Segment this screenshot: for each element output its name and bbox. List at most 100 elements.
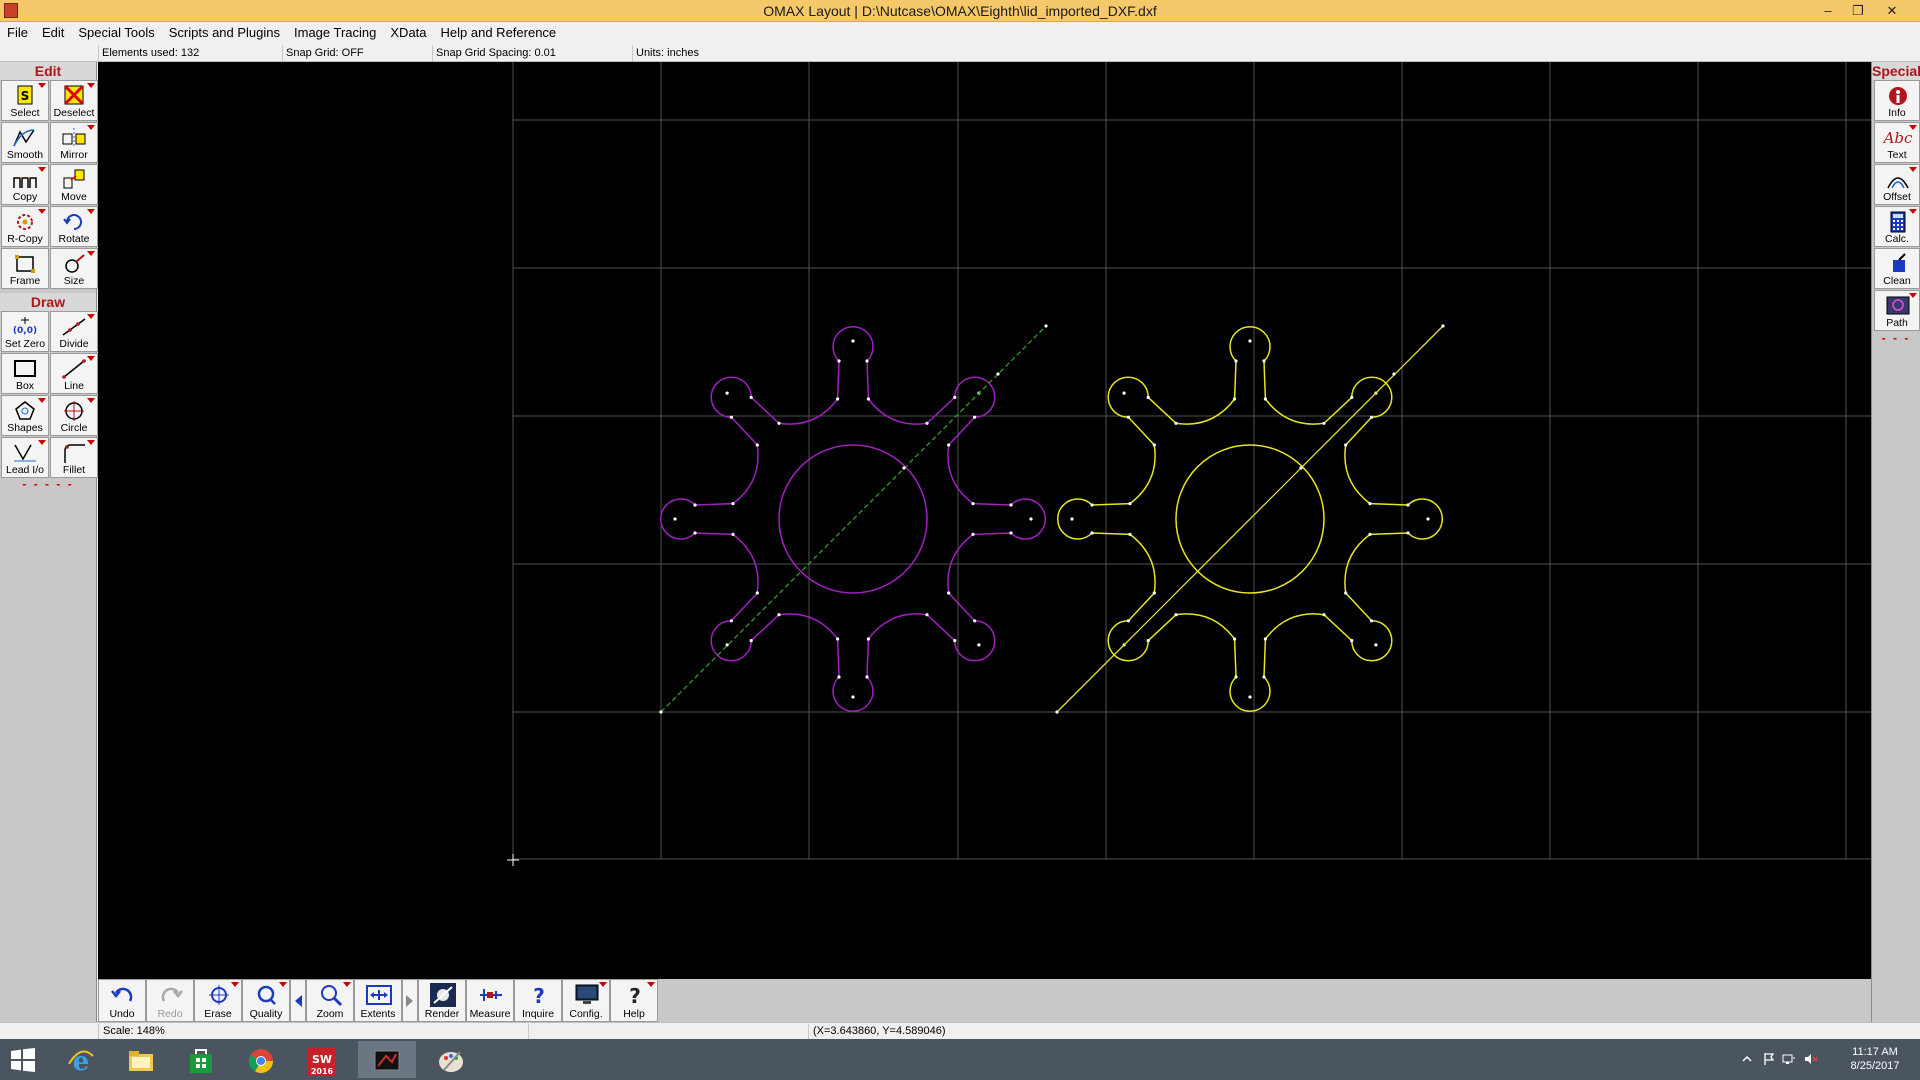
path-button[interactable]: Path — [1874, 290, 1920, 331]
restore-button[interactable]: ❐ — [1844, 1, 1872, 20]
clean-button[interactable]: Clean — [1874, 248, 1920, 289]
select-button[interactable]: S Select — [1, 80, 49, 121]
gear-right-vertex — [1368, 532, 1372, 536]
menu-edit[interactable]: Edit — [35, 22, 71, 43]
circle-button[interactable]: Circle — [50, 395, 98, 436]
menu-file[interactable]: File — [0, 22, 35, 43]
calc-dropdown-icon[interactable] — [1909, 209, 1917, 214]
close-button[interactable]: ✕ — [1878, 1, 1906, 20]
gear-left-vertex — [836, 637, 840, 641]
circle-dropdown-icon[interactable] — [87, 398, 95, 403]
set-zero-button[interactable]: (0,0) Set Zero — [1, 311, 49, 352]
copy-button[interactable]: Copy — [1, 164, 49, 205]
undo-button[interactable]: Undo — [98, 979, 146, 1022]
line-dropdown-icon[interactable] — [87, 356, 95, 361]
zoom-prev-button[interactable] — [290, 979, 306, 1022]
help-button[interactable]: ? Help — [610, 979, 658, 1022]
help-dropdown-icon[interactable] — [647, 982, 655, 987]
fillet-dropdown-icon[interactable] — [87, 440, 95, 445]
question-icon: ? — [533, 984, 545, 1007]
zoom-next-button[interactable] — [402, 979, 418, 1022]
menu-help-reference[interactable]: Help and Reference — [434, 22, 564, 43]
copy-dropdown-icon[interactable] — [38, 167, 46, 172]
tray-expand-icon[interactable] — [1740, 1052, 1754, 1066]
gear-left-vertex — [865, 675, 869, 679]
erase-button[interactable]: Erase — [194, 979, 242, 1022]
taskbar-internet-explorer[interactable]: e — [52, 1041, 110, 1078]
mirror-button[interactable]: Mirror — [50, 122, 98, 163]
menu-special-tools[interactable]: Special Tools — [71, 22, 161, 43]
render-button[interactable]: Render — [418, 979, 466, 1022]
taskbar-omax-layout[interactable] — [358, 1041, 416, 1078]
rotate-button[interactable]: Rotate — [50, 206, 98, 247]
internet-explorer-icon: e — [68, 1047, 94, 1076]
volume-muted-icon[interactable] — [1804, 1052, 1818, 1066]
network-icon[interactable] — [1782, 1052, 1796, 1066]
erase-dropdown-icon[interactable] — [231, 982, 239, 987]
divide-button[interactable]: Divide — [50, 311, 98, 352]
smooth-button[interactable]: Smooth — [1, 122, 49, 163]
taskbar-solidworks-2016[interactable]: SW 2016 — [292, 1041, 350, 1078]
taskbar-store[interactable] — [172, 1041, 230, 1078]
extents-label: Extents — [360, 1008, 396, 1020]
menu-bar: File Edit Special Tools Scripts and Plugins… — [0, 22, 1920, 44]
gear-left-vertex — [755, 443, 759, 447]
path-label: Path — [1886, 317, 1908, 329]
offset-dropdown-icon[interactable] — [1909, 167, 1917, 172]
system-clock[interactable]: 11:17 AM 8/25/2017 — [1840, 1045, 1910, 1073]
menu-xdata[interactable]: XData — [383, 22, 433, 43]
extents-button[interactable]: Extents — [354, 979, 402, 1022]
minimize-button[interactable]: – — [1814, 1, 1842, 20]
quality-button[interactable]: Quality — [242, 979, 290, 1022]
taskbar-chrome[interactable] — [232, 1041, 290, 1078]
line-button[interactable]: Line — [50, 353, 98, 394]
divide-dropdown-icon[interactable] — [87, 314, 95, 319]
taskbar-file-explorer[interactable] — [112, 1041, 170, 1078]
info-button[interactable]: Info — [1874, 80, 1920, 121]
quality-dropdown-icon[interactable] — [279, 982, 287, 987]
box-label: Box — [15, 380, 35, 392]
shapes-button[interactable]: Shapes — [1, 395, 49, 436]
lead-io-button[interactable]: Lead I/o — [1, 437, 49, 478]
r-copy-dropdown-icon[interactable] — [38, 209, 46, 214]
r-copy-button[interactable]: R-Copy — [1, 206, 49, 247]
text-dropdown-icon[interactable] — [1909, 125, 1917, 130]
config-dropdown-icon[interactable] — [599, 982, 607, 987]
taskbar-paint[interactable] — [422, 1041, 480, 1078]
size-dropdown-icon[interactable] — [87, 251, 95, 256]
zoom-button[interactable]: Zoom — [306, 979, 354, 1022]
box-button[interactable]: Box — [1, 353, 49, 394]
offset-button[interactable]: Offset — [1874, 164, 1920, 205]
menu-image-tracing[interactable]: Image Tracing — [287, 22, 383, 43]
mirror-dropdown-icon[interactable] — [87, 125, 95, 130]
text-button[interactable]: Abc Text — [1874, 122, 1920, 163]
lead-io-dropdown-icon[interactable] — [38, 440, 46, 445]
measure-button[interactable]: Measure — [466, 979, 514, 1022]
left-toolbar-more[interactable]: - - - - - — [0, 478, 96, 492]
path-dropdown-icon[interactable] — [1909, 293, 1917, 298]
frame-button[interactable]: Frame — [1, 248, 49, 289]
right-toolbar-more[interactable]: - - - — [1872, 332, 1920, 346]
store-icon — [190, 1049, 212, 1073]
config-button[interactable]: Config. — [562, 979, 610, 1022]
line-icon — [62, 359, 86, 379]
action-center-flag-icon[interactable] — [1762, 1052, 1776, 1066]
size-button[interactable]: Size — [50, 248, 98, 289]
windows-start-icon[interactable] — [10, 1047, 36, 1073]
drawing-canvas[interactable] — [98, 62, 1871, 979]
menu-scripts-plugins[interactable]: Scripts and Plugins — [162, 22, 287, 43]
guide-line-right[interactable] — [1056, 325, 1444, 713]
cursor-coordinates: (X=3.643860, Y=4.589046) — [808, 1024, 1308, 1039]
redo-button[interactable]: Redo — [146, 979, 194, 1022]
deselect-dropdown-icon[interactable] — [87, 83, 95, 88]
deselect-button[interactable]: Deselect — [50, 80, 98, 121]
fillet-button[interactable]: Fillet — [50, 437, 98, 478]
calc-button[interactable]: Calc. — [1874, 206, 1920, 247]
shapes-dropdown-icon[interactable] — [38, 398, 46, 403]
zoom-dropdown-icon[interactable] — [343, 982, 351, 987]
move-button[interactable]: Move — [50, 164, 98, 205]
inquire-button[interactable]: ? Inquire — [514, 979, 562, 1022]
select-dropdown-icon[interactable] — [38, 83, 46, 88]
guide-line-left[interactable] — [660, 325, 1047, 713]
rotate-dropdown-icon[interactable] — [87, 209, 95, 214]
